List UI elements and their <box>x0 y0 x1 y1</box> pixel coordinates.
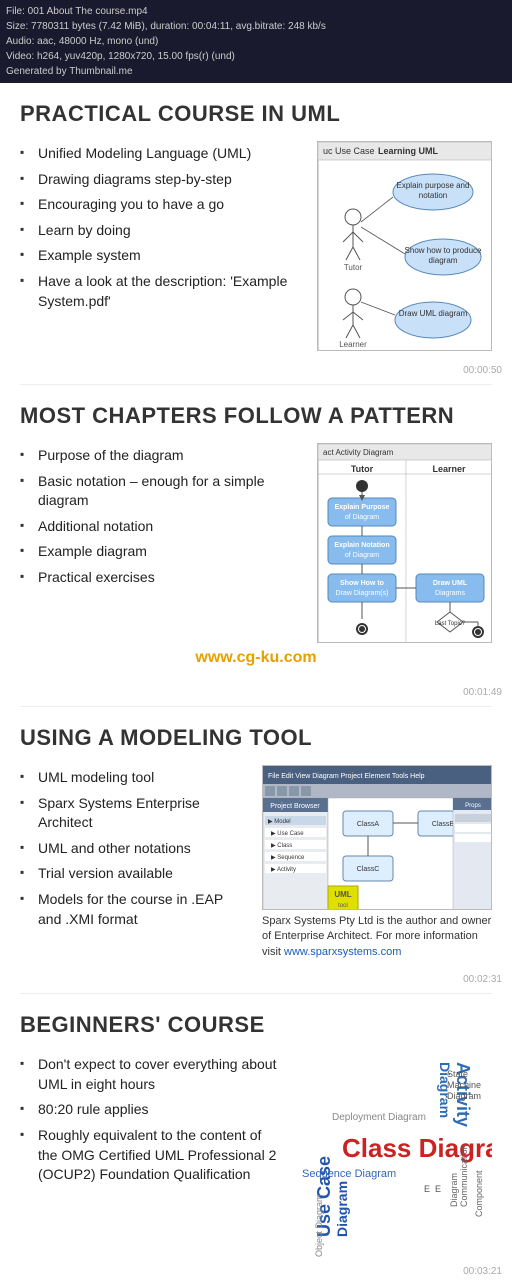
section1-title: PRACTICAL COURSE IN UML <box>20 101 492 127</box>
svg-text:▶ Activity: ▶ Activity <box>271 867 296 873</box>
section3-bullet-2: Sparx Systems Enterprise Architect <box>20 791 248 836</box>
section4-content: Don't expect to cover everything about U… <box>20 1052 492 1252</box>
svg-text:Props: Props <box>465 803 481 809</box>
svg-text:tool: tool <box>338 903 348 909</box>
uc-diagram: uc Use Case uc Use Case Learning UML Exp… <box>317 141 492 351</box>
section1-bullet-list: Unified Modeling Language (UML) Drawing … <box>20 141 303 314</box>
svg-text:Diagram: Diagram <box>449 1173 459 1207</box>
section4-timestamp: 00:03:21 <box>0 1262 512 1285</box>
svg-text:Project Browser: Project Browser <box>270 803 320 810</box>
svg-text:E: E <box>435 1184 441 1194</box>
svg-text:Draw Diagram(s): Draw Diagram(s) <box>336 590 389 597</box>
section3-bullet-4: Trial version available <box>20 861 248 887</box>
section-chapters-pattern: MOST CHAPTERS FOLLOW A PATTERN Purpose o… <box>0 385 512 683</box>
section3-bullet-5: Models for the course in .EAP and .XMI f… <box>20 887 248 932</box>
section-beginners: BEGINNERS' COURSE Don't expect to cover … <box>0 994 512 1262</box>
section4-bullet-1: Don't expect to cover everything about U… <box>20 1052 278 1097</box>
svg-text:of Diagram: of Diagram <box>345 514 379 521</box>
svg-text:Show how to produce: Show how to produce <box>405 246 482 255</box>
file-info-bar: File: 001 About The course.mp4 Size: 778… <box>0 0 512 83</box>
svg-text:Explain purpose and: Explain purpose and <box>397 181 470 190</box>
svg-text:Diagram: Diagram <box>334 1181 350 1237</box>
svg-text:File Edit View Diagram Pro: File Edit View Diagram Project Element T… <box>268 773 425 780</box>
svg-text:notation: notation <box>419 191 447 200</box>
tool-caption: Sparx Systems Pty Ltd is the author and … <box>262 914 492 960</box>
section2-bullet-2: Basic notation – enough for a simple dia… <box>20 469 303 514</box>
file-info-line3: Audio: aac, 48000 Hz, mono (und) <box>6 34 506 49</box>
svg-text:uc Use Case: uc Use Case <box>323 146 375 156</box>
section1-content: Unified Modeling Language (UML) Drawing … <box>20 141 492 351</box>
section1-bullet-1: Unified Modeling Language (UML) <box>20 141 303 167</box>
section2-bullet-1: Purpose of the diagram <box>20 443 303 469</box>
svg-text:ClassB: ClassB <box>432 821 455 828</box>
svg-text:Draw UML: Draw UML <box>433 580 468 587</box>
svg-text:Explain Purpose: Explain Purpose <box>335 504 390 511</box>
svg-text:ClassA: ClassA <box>357 821 380 828</box>
svg-text:Machine: Machine <box>447 1080 481 1090</box>
svg-text:Diagrams: Diagrams <box>435 590 465 597</box>
section4-bullet-2: 80:20 rule applies <box>20 1097 278 1123</box>
section3-bullet-list: UML modeling tool Sparx Systems Enterpri… <box>20 765 248 932</box>
file-info-line5: Generated by Thumbnail.me <box>6 64 506 79</box>
section3-title: USING A MODELING TOOL <box>20 725 492 751</box>
section2-title: MOST CHAPTERS FOLLOW A PATTERN <box>20 403 492 429</box>
section1-bullet-4: Learn by doing <box>20 218 303 244</box>
svg-text:Diagram: Diagram <box>447 1091 481 1101</box>
svg-text:E: E <box>424 1184 430 1194</box>
section1-bullet-2: Drawing diagrams step-by-step <box>20 167 303 193</box>
svg-text:diagram: diagram <box>429 256 458 265</box>
svg-text:act Activity Diagram: act Activity Diagram <box>323 448 394 457</box>
svg-text:Communication: Communication <box>459 1145 469 1208</box>
section2-content: Purpose of the diagram Basic notation – … <box>20 443 492 643</box>
file-info-line1: File: 001 About The course.mp4 <box>6 4 506 19</box>
section4-bullet-3: Roughly equivalent to the content of the… <box>20 1123 278 1188</box>
section3-bullet-3: UML and other notations <box>20 836 248 862</box>
file-info-line4: Video: h264, yuv420p, 1280x720, 15.00 fp… <box>6 49 506 64</box>
svg-text:▶ Sequence: ▶ Sequence <box>271 855 305 861</box>
section3-timestamp: 00:02:31 <box>0 970 512 993</box>
svg-text:of Diagram: of Diagram <box>345 552 379 559</box>
svg-text:▶ Model: ▶ Model <box>268 819 291 825</box>
svg-text:▶ Use Case: ▶ Use Case <box>271 831 304 837</box>
svg-text:Learner: Learner <box>339 340 367 349</box>
file-info-line2: Size: 7780311 bytes (7.42 MiB), duration… <box>6 19 506 34</box>
section-practical-course: PRACTICAL COURSE IN UML Unified Modeling… <box>0 83 512 361</box>
svg-text:▶ Class: ▶ Class <box>271 843 292 849</box>
section4-title: BEGINNERS' COURSE <box>20 1012 492 1038</box>
section2-bullet-list: Purpose of the diagram Basic notation – … <box>20 443 303 591</box>
svg-text:Deployment Diagram: Deployment Diagram <box>332 1112 426 1123</box>
svg-text:Learning UML: Learning UML <box>378 146 439 156</box>
svg-text:ClassC: ClassC <box>357 866 380 873</box>
svg-text:Tutor: Tutor <box>351 464 374 474</box>
section1-timestamp: 00:00:50 <box>0 361 512 384</box>
activity-diagram: act Activity Diagram Tutor Learner Expla… <box>317 443 492 643</box>
svg-text:Tutor: Tutor <box>344 263 363 272</box>
section1-bullet-6: Have a look at the description: 'Example… <box>20 269 303 314</box>
watermark: www.cg-ku.com <box>20 643 492 673</box>
section2-bullet-3: Additional notation <box>20 514 303 540</box>
svg-text:UML: UML <box>334 890 351 899</box>
svg-text:Draw UML diagram: Draw UML diagram <box>399 309 468 318</box>
section3-bullet-1: UML modeling tool <box>20 765 248 791</box>
section2-timestamp: 00:01:49 <box>0 683 512 706</box>
section4-bullet-list: Don't expect to cover everything about U… <box>20 1052 278 1188</box>
section3-content: UML modeling tool Sparx Systems Enterpri… <box>20 765 492 960</box>
svg-text:Component: Component <box>474 1170 484 1217</box>
sparx-link[interactable]: www.sparxsystems.com <box>284 946 401 958</box>
section2-bullet-4: Example diagram <box>20 539 303 565</box>
svg-text:Show How to: Show How to <box>340 580 384 587</box>
section1-bullet-3: Encouraging you to have a go <box>20 192 303 218</box>
section2-bullet-5: Practical exercises <box>20 565 303 591</box>
section1-bullet-5: Example system <box>20 243 303 269</box>
uml-word-cloud: Activity Diagram State Machine Diagram D… <box>292 1052 492 1252</box>
tool-section-right: File Edit View Diagram Project Element T… <box>262 765 492 960</box>
svg-text:Object Diagram: Object Diagram <box>314 1195 324 1258</box>
svg-text:Class Diagram: Class Diagram <box>342 1133 492 1163</box>
svg-text:State: State <box>447 1069 468 1079</box>
svg-text:Explain Notation: Explain Notation <box>334 542 389 549</box>
svg-text:Learner: Learner <box>432 464 466 474</box>
svg-text:Last Topic?: Last Topic? <box>435 621 466 627</box>
section-modeling-tool: USING A MODELING TOOL UML modeling tool … <box>0 707 512 970</box>
tool-screenshot: File Edit View Diagram Project Element T… <box>262 765 492 910</box>
